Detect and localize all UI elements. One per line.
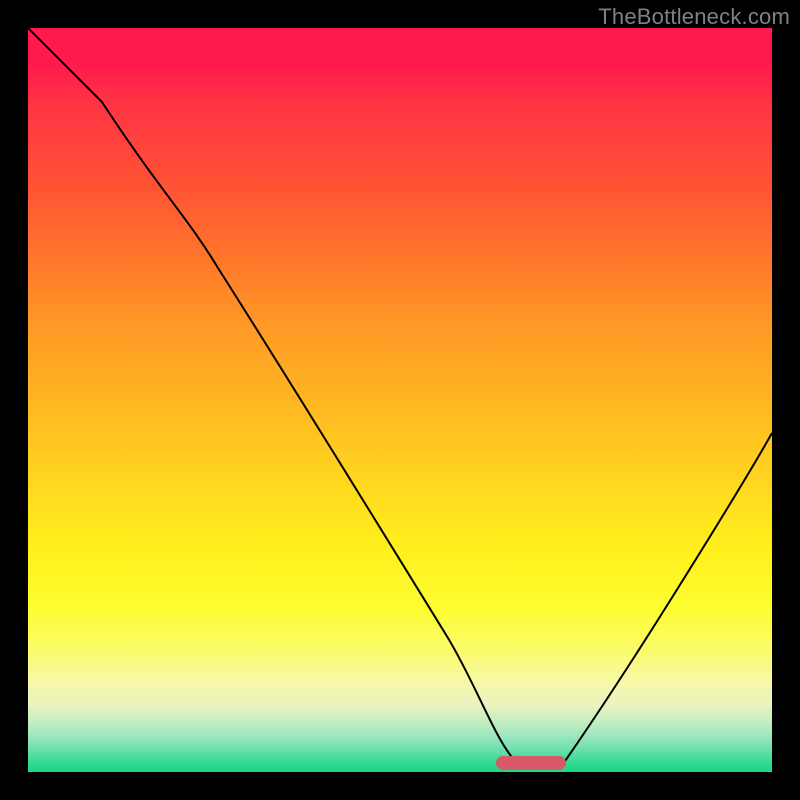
plot-svg [28, 28, 772, 772]
chart-frame: TheBottleneck.com [0, 0, 800, 800]
optimal-range-marker [496, 756, 566, 770]
plot-area [28, 28, 772, 772]
watermark-text: TheBottleneck.com [598, 4, 790, 30]
bottleneck-curve [28, 28, 772, 764]
